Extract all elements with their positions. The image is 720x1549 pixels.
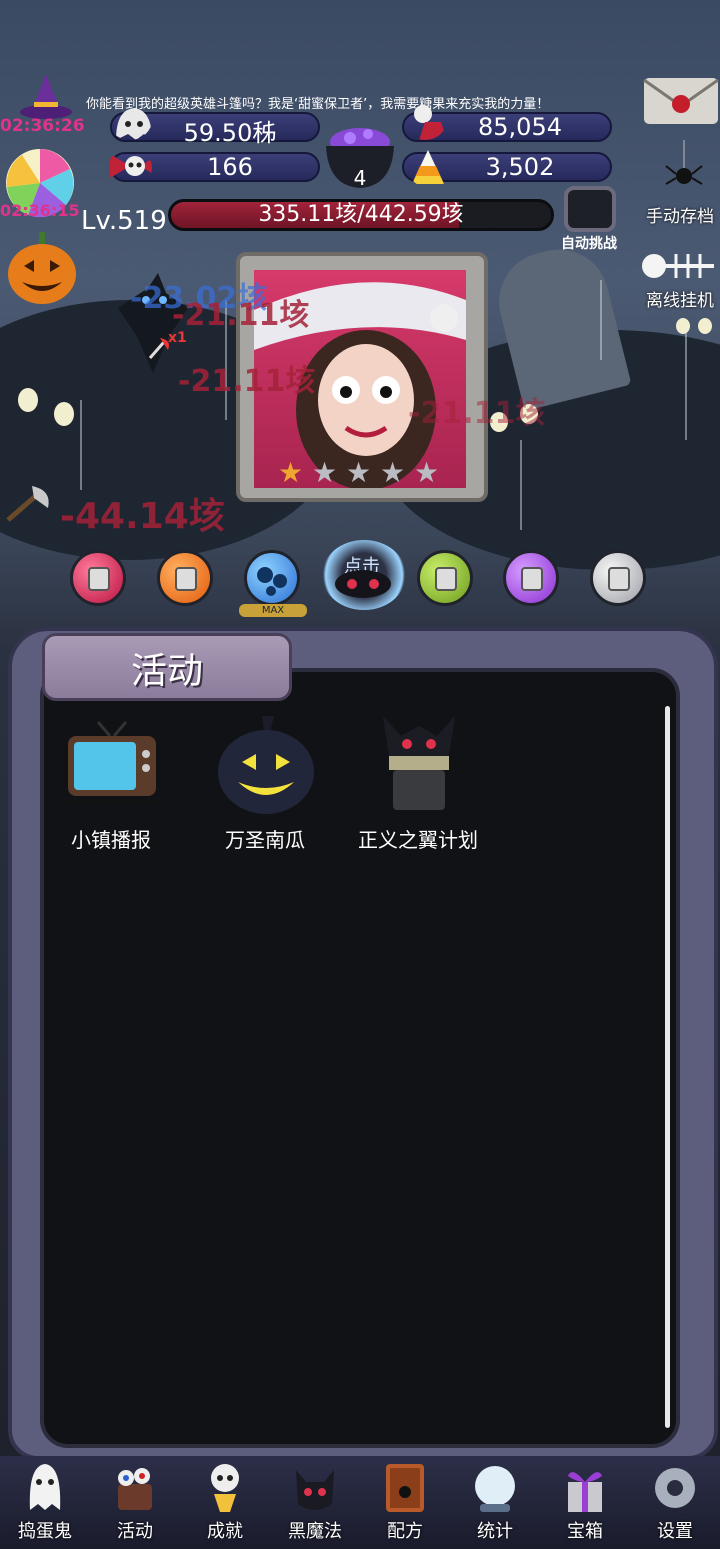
blue-eyeball-icon — [257, 567, 287, 596]
gift-box-icon — [568, 1472, 602, 1512]
attack-multiplier: x1 — [168, 330, 187, 346]
panel-title: 活动 — [130, 651, 203, 692]
potion-value: 85,054 — [478, 113, 562, 141]
panel-scrollbar[interactable] — [665, 706, 670, 1428]
nav-label: 黑魔法 — [288, 1521, 342, 1542]
skull-trophy-icon — [211, 1464, 239, 1512]
lock-icon — [175, 567, 197, 591]
nav-label: 活动 — [117, 1521, 153, 1542]
auto-challenge-frame — [564, 186, 616, 232]
element-orb-blue[interactable] — [244, 550, 300, 606]
nav-label: 统计 — [477, 1521, 513, 1542]
enemy-hp-bar: 335.11垓/442.59垓 — [168, 199, 554, 231]
glowing-eye — [18, 388, 38, 412]
lock-icon — [88, 567, 110, 591]
manual-save-label: 手动存档 — [646, 207, 714, 227]
damage-number: -21.11垓 — [172, 298, 310, 333]
star-icon: ★ — [312, 456, 338, 489]
black-cat-face-icon — [335, 570, 391, 598]
axe-icon — [6, 486, 49, 522]
nav-label: 设置 — [657, 1521, 693, 1542]
star-icon: ★ — [278, 456, 304, 489]
player-level: Lv.519 — [81, 206, 167, 236]
tv-icon — [62, 721, 162, 804]
mail-envelope-icon[interactable] — [642, 74, 720, 128]
damage-number: -21.11垓 — [408, 396, 546, 431]
element-orb-white[interactable] — [590, 550, 646, 606]
event-timer: 02:36:15 — [0, 201, 80, 220]
glowing-eye — [698, 318, 712, 334]
skull-bow-icon — [110, 154, 152, 178]
jack-o-lantern-icon[interactable] — [6, 230, 78, 306]
rain-streak — [600, 280, 602, 360]
element-orb-green[interactable] — [417, 550, 473, 606]
damage-number: -44.14垓 — [60, 496, 225, 537]
element-orb-red[interactable] — [70, 550, 126, 606]
offline-idle-button[interactable]: 离线挂机 — [636, 286, 720, 311]
element-orb-orange[interactable] — [157, 550, 213, 606]
spellbook-icon — [386, 1464, 424, 1512]
glowing-eye — [676, 318, 690, 334]
cauldron-count: 4 — [353, 166, 367, 190]
activity-label: 小镇播报 — [71, 828, 151, 852]
nav-label: 配方 — [387, 1521, 423, 1542]
nav-label: 宝箱 — [567, 1521, 603, 1542]
activity-label: 万圣南瓜 — [225, 828, 305, 852]
star-icon: ★ — [414, 456, 440, 489]
enemy-hp-text: 335.11垓/442.59垓 — [258, 202, 464, 227]
ghost-icon — [29, 1464, 61, 1510]
lock-icon — [435, 567, 457, 591]
black-cat-icon — [296, 1470, 334, 1510]
star-icon: ★ — [380, 456, 406, 489]
nav-label: 捣蛋鬼 — [18, 1521, 72, 1542]
bat-lantern-icon — [383, 716, 455, 810]
lock-icon — [608, 567, 630, 591]
witch-hat-icon[interactable] — [18, 72, 74, 122]
eyeball-cake-icon — [118, 1468, 152, 1510]
spider-icon — [665, 140, 703, 185]
marquee-text: 你能看到我的超级英雄斗篷吗？我是‘甜蜜保卫者’，我需要糖果来充实我的力量！ — [86, 97, 550, 112]
rain-streak — [685, 330, 687, 440]
fishbone-icon — [642, 254, 714, 278]
nav-label: 成就 — [207, 1521, 243, 1542]
star-icon: ★ — [346, 456, 372, 489]
offline-idle-label: 离线挂机 — [646, 291, 714, 311]
lock-icon — [521, 567, 543, 591]
gear-icon — [655, 1468, 695, 1508]
pumpkin-icon — [218, 716, 314, 814]
manual-save-button[interactable]: 手动存档 — [636, 202, 720, 227]
activity-label: 正义之翼计划 — [358, 828, 478, 852]
max-badge: MAX — [239, 604, 307, 617]
event-timer: 02:36:26 — [0, 116, 85, 136]
candy-corn-value: 3,502 — [485, 153, 555, 181]
bow-value: 166 — [207, 153, 253, 181]
rain-streak — [520, 440, 522, 530]
rain-streak — [80, 400, 82, 490]
auto-challenge-label: 自动挑战 — [561, 236, 617, 252]
ghost-candy-icon — [116, 108, 152, 140]
damage-number: -21.11垓 — [178, 364, 316, 399]
crystal-ball-icon — [475, 1466, 515, 1512]
currency-value: 59.50秭 — [183, 119, 277, 147]
glowing-eye — [54, 402, 74, 426]
element-orb-purple[interactable] — [503, 550, 559, 606]
